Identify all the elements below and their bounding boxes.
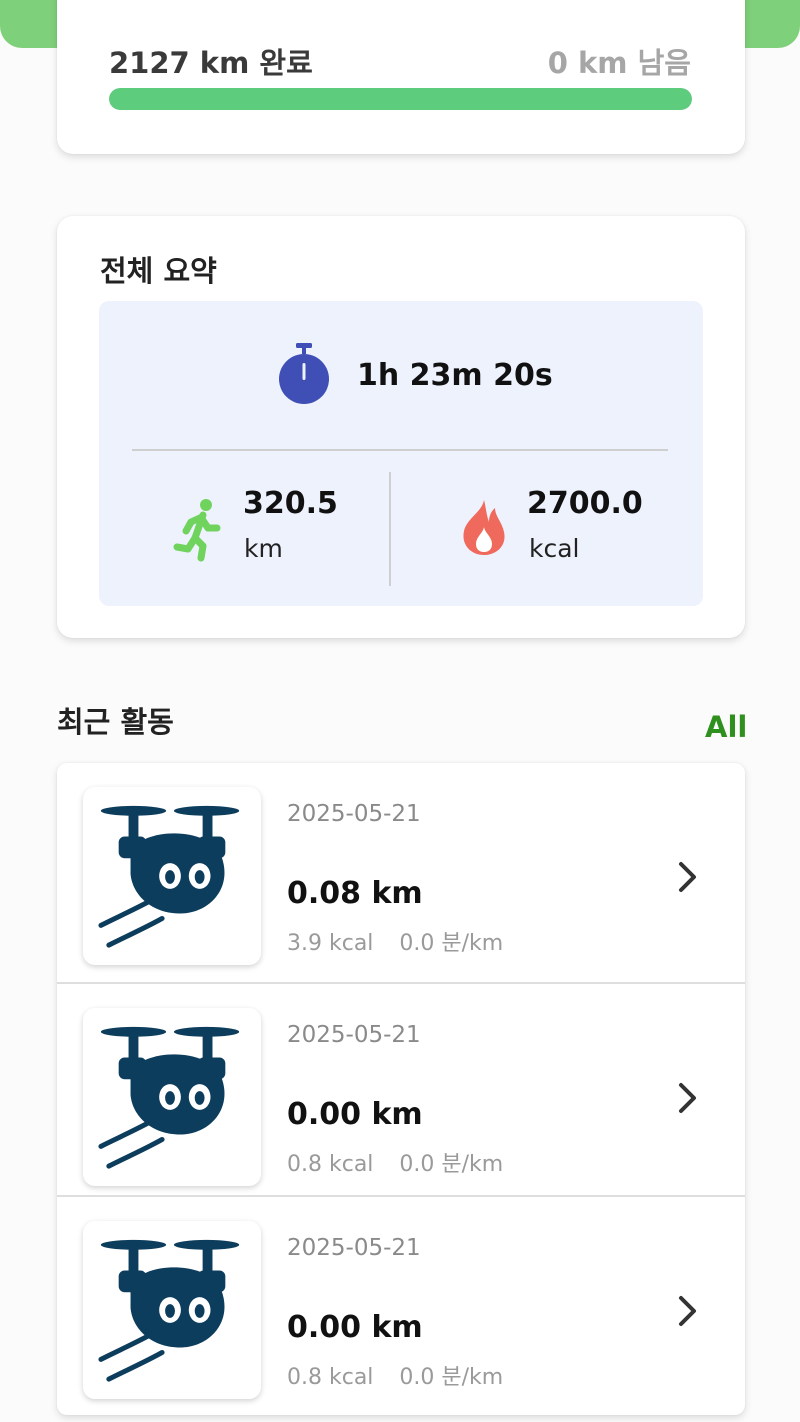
recent-activity-title: 최근 활동 [57,705,174,739]
summary-stats-panel: 1h 23m 20s 320.5 km 2700.0 kcal [99,301,703,606]
remaining-distance: 0 km 남음 [547,46,691,80]
drone-mascot-icon [93,1018,251,1176]
stats-column-divider [389,472,391,586]
summary-title: 전체 요약 [100,254,217,288]
activity-date: 2025-05-21 [287,1022,421,1048]
total-duration: 1h 23m 20s [357,358,553,393]
activity-calories: 3.9 kcal [287,931,374,956]
activity-distance: 0.00 km [287,1310,423,1345]
activity-item[interactable]: 2025-05-21 0.08 km 3.9 kcal 0.0 분/km [57,763,745,976]
activity-distance: 0.08 km [287,876,423,911]
flame-icon [463,500,505,555]
chevron-right-icon[interactable] [676,1080,700,1116]
activity-pace: 0.0 분/km [399,1365,504,1390]
chevron-right-icon[interactable] [676,859,700,895]
chevron-right-icon[interactable] [676,1293,700,1329]
goal-progress-card: 2127 km 완료 0 km 남음 [57,0,745,154]
total-calories-value: 2700.0 [527,486,643,521]
activity-date: 2025-05-21 [287,1235,421,1261]
activity-pace: 0.0 분/km [399,931,504,956]
recent-activity-list: 2025-05-21 0.08 km 3.9 kcal 0.0 분/km 2025… [57,763,745,1415]
activity-thumbnail [83,1008,261,1186]
view-all-link[interactable]: All [705,710,747,744]
activity-item[interactable]: 2025-05-21 0.00 km 0.8 kcal 0.0 분/km [57,982,745,1195]
goal-progress-bar [109,88,692,110]
total-distance-unit: km [244,534,283,563]
activity-thumbnail [83,1221,261,1399]
activity-item[interactable]: 2025-05-21 0.00 km 0.8 kcal 0.0 분/km [57,1195,745,1408]
summary-card: 전체 요약 1h 23m 20s 320.5 km 2700.0 kcal [57,216,745,638]
drone-mascot-icon [93,1231,251,1389]
activity-distance: 0.00 km [287,1097,423,1132]
total-distance-value: 320.5 [243,486,338,521]
stats-divider [132,449,668,451]
activity-date: 2025-05-21 [287,801,421,827]
activity-meta: 3.9 kcal 0.0 분/km [287,925,503,957]
activity-meta: 0.8 kcal 0.0 분/km [287,1146,503,1178]
completed-distance: 2127 km 완료 [109,46,313,80]
total-calories-unit: kcal [529,534,580,563]
activity-pace: 0.0 분/km [399,1152,504,1177]
activity-calories: 0.8 kcal [287,1365,374,1390]
activity-thumbnail [83,787,261,965]
running-icon [173,499,221,562]
drone-mascot-icon [93,797,251,955]
goal-progress-fill [109,88,692,110]
activity-calories: 0.8 kcal [287,1152,374,1177]
stopwatch-icon [279,343,329,404]
activity-meta: 0.8 kcal 0.0 분/km [287,1359,503,1391]
